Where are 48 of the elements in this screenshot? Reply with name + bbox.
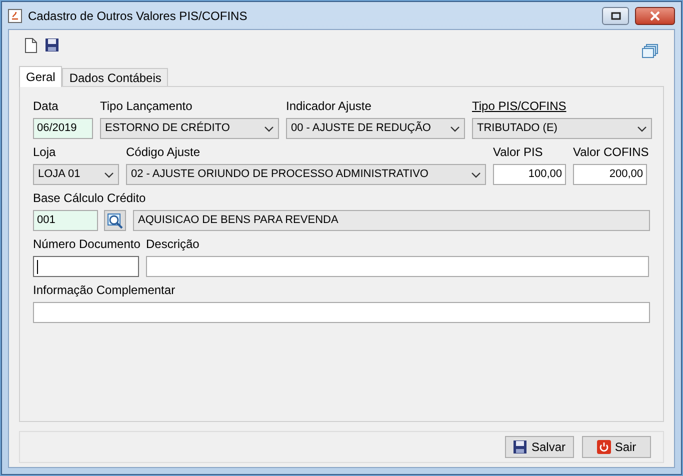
- input-field[interactable]: 06/2019: [33, 118, 93, 139]
- close-icon: [650, 10, 660, 20]
- save-icon[interactable]: [45, 38, 59, 52]
- chevron-down-icon: [471, 172, 481, 178]
- field-label: Informação Complementar: [33, 283, 176, 298]
- input-field[interactable]: [146, 256, 649, 277]
- exit-button[interactable]: Sair: [582, 436, 651, 458]
- close-button[interactable]: [635, 6, 675, 24]
- dropdown[interactable]: 02 - AJUSTE ORIUNDO DE PROCESSO ADMINISTRATIVO: [126, 164, 486, 185]
- tab[interactable]: Dados Contábeis: [62, 68, 168, 86]
- chevron-down-icon: [450, 126, 460, 132]
- save-button[interactable]: Salvar: [505, 436, 574, 458]
- field-label: Valor COFINS: [573, 145, 647, 160]
- field-label: Data: [33, 99, 60, 114]
- field-label: Valor PIS: [493, 145, 544, 160]
- dropdown[interactable]: TRIBUTADO (E): [472, 118, 652, 139]
- input-field[interactable]: [33, 256, 139, 277]
- input-field[interactable]: [33, 302, 650, 323]
- input-field[interactable]: 001: [33, 210, 98, 231]
- power-icon: [596, 440, 611, 454]
- new-document-icon[interactable]: [25, 38, 37, 52]
- restore-button[interactable]: [602, 6, 629, 24]
- field-label: Tipo PIS/COFINS: [472, 99, 568, 114]
- field-label: Loja: [33, 145, 57, 160]
- window-title: Cadastro de Outros Valores PIS/COFINS: [28, 8, 248, 24]
- dropdown[interactable]: LOJA 01: [33, 164, 119, 185]
- text-cursor: [37, 260, 38, 274]
- field-label: Tipo Lançamento: [100, 99, 194, 114]
- field-label: Indicador Ajuste: [286, 99, 372, 114]
- chevron-down-icon: [104, 172, 114, 178]
- restore-icon: [610, 12, 620, 20]
- dropdown[interactable]: ESTORNO DE CRÉDITO: [100, 118, 279, 139]
- save-icon: [513, 440, 528, 454]
- field-label: Base Cálculo Crédito: [33, 191, 147, 206]
- search-button[interactable]: [104, 210, 126, 231]
- windows-icon[interactable]: [642, 44, 658, 58]
- chevron-down-icon: [637, 126, 647, 132]
- app-icon: [8, 8, 22, 22]
- description-field: AQUISICAO DE BENS PARA REVENDA: [133, 210, 650, 231]
- field-label: Número Documento: [33, 237, 139, 252]
- input-field[interactable]: 200,00: [573, 164, 647, 185]
- chevron-down-icon: [264, 126, 274, 132]
- field-label: Descrição: [146, 237, 200, 252]
- input-field[interactable]: 100,00: [493, 164, 566, 185]
- tab[interactable]: Geral: [19, 66, 62, 87]
- field-label: Código Ajuste: [126, 145, 202, 160]
- dropdown[interactable]: 00 - AJUSTE DE REDUÇÃO: [286, 118, 465, 139]
- search-icon: [107, 212, 123, 228]
